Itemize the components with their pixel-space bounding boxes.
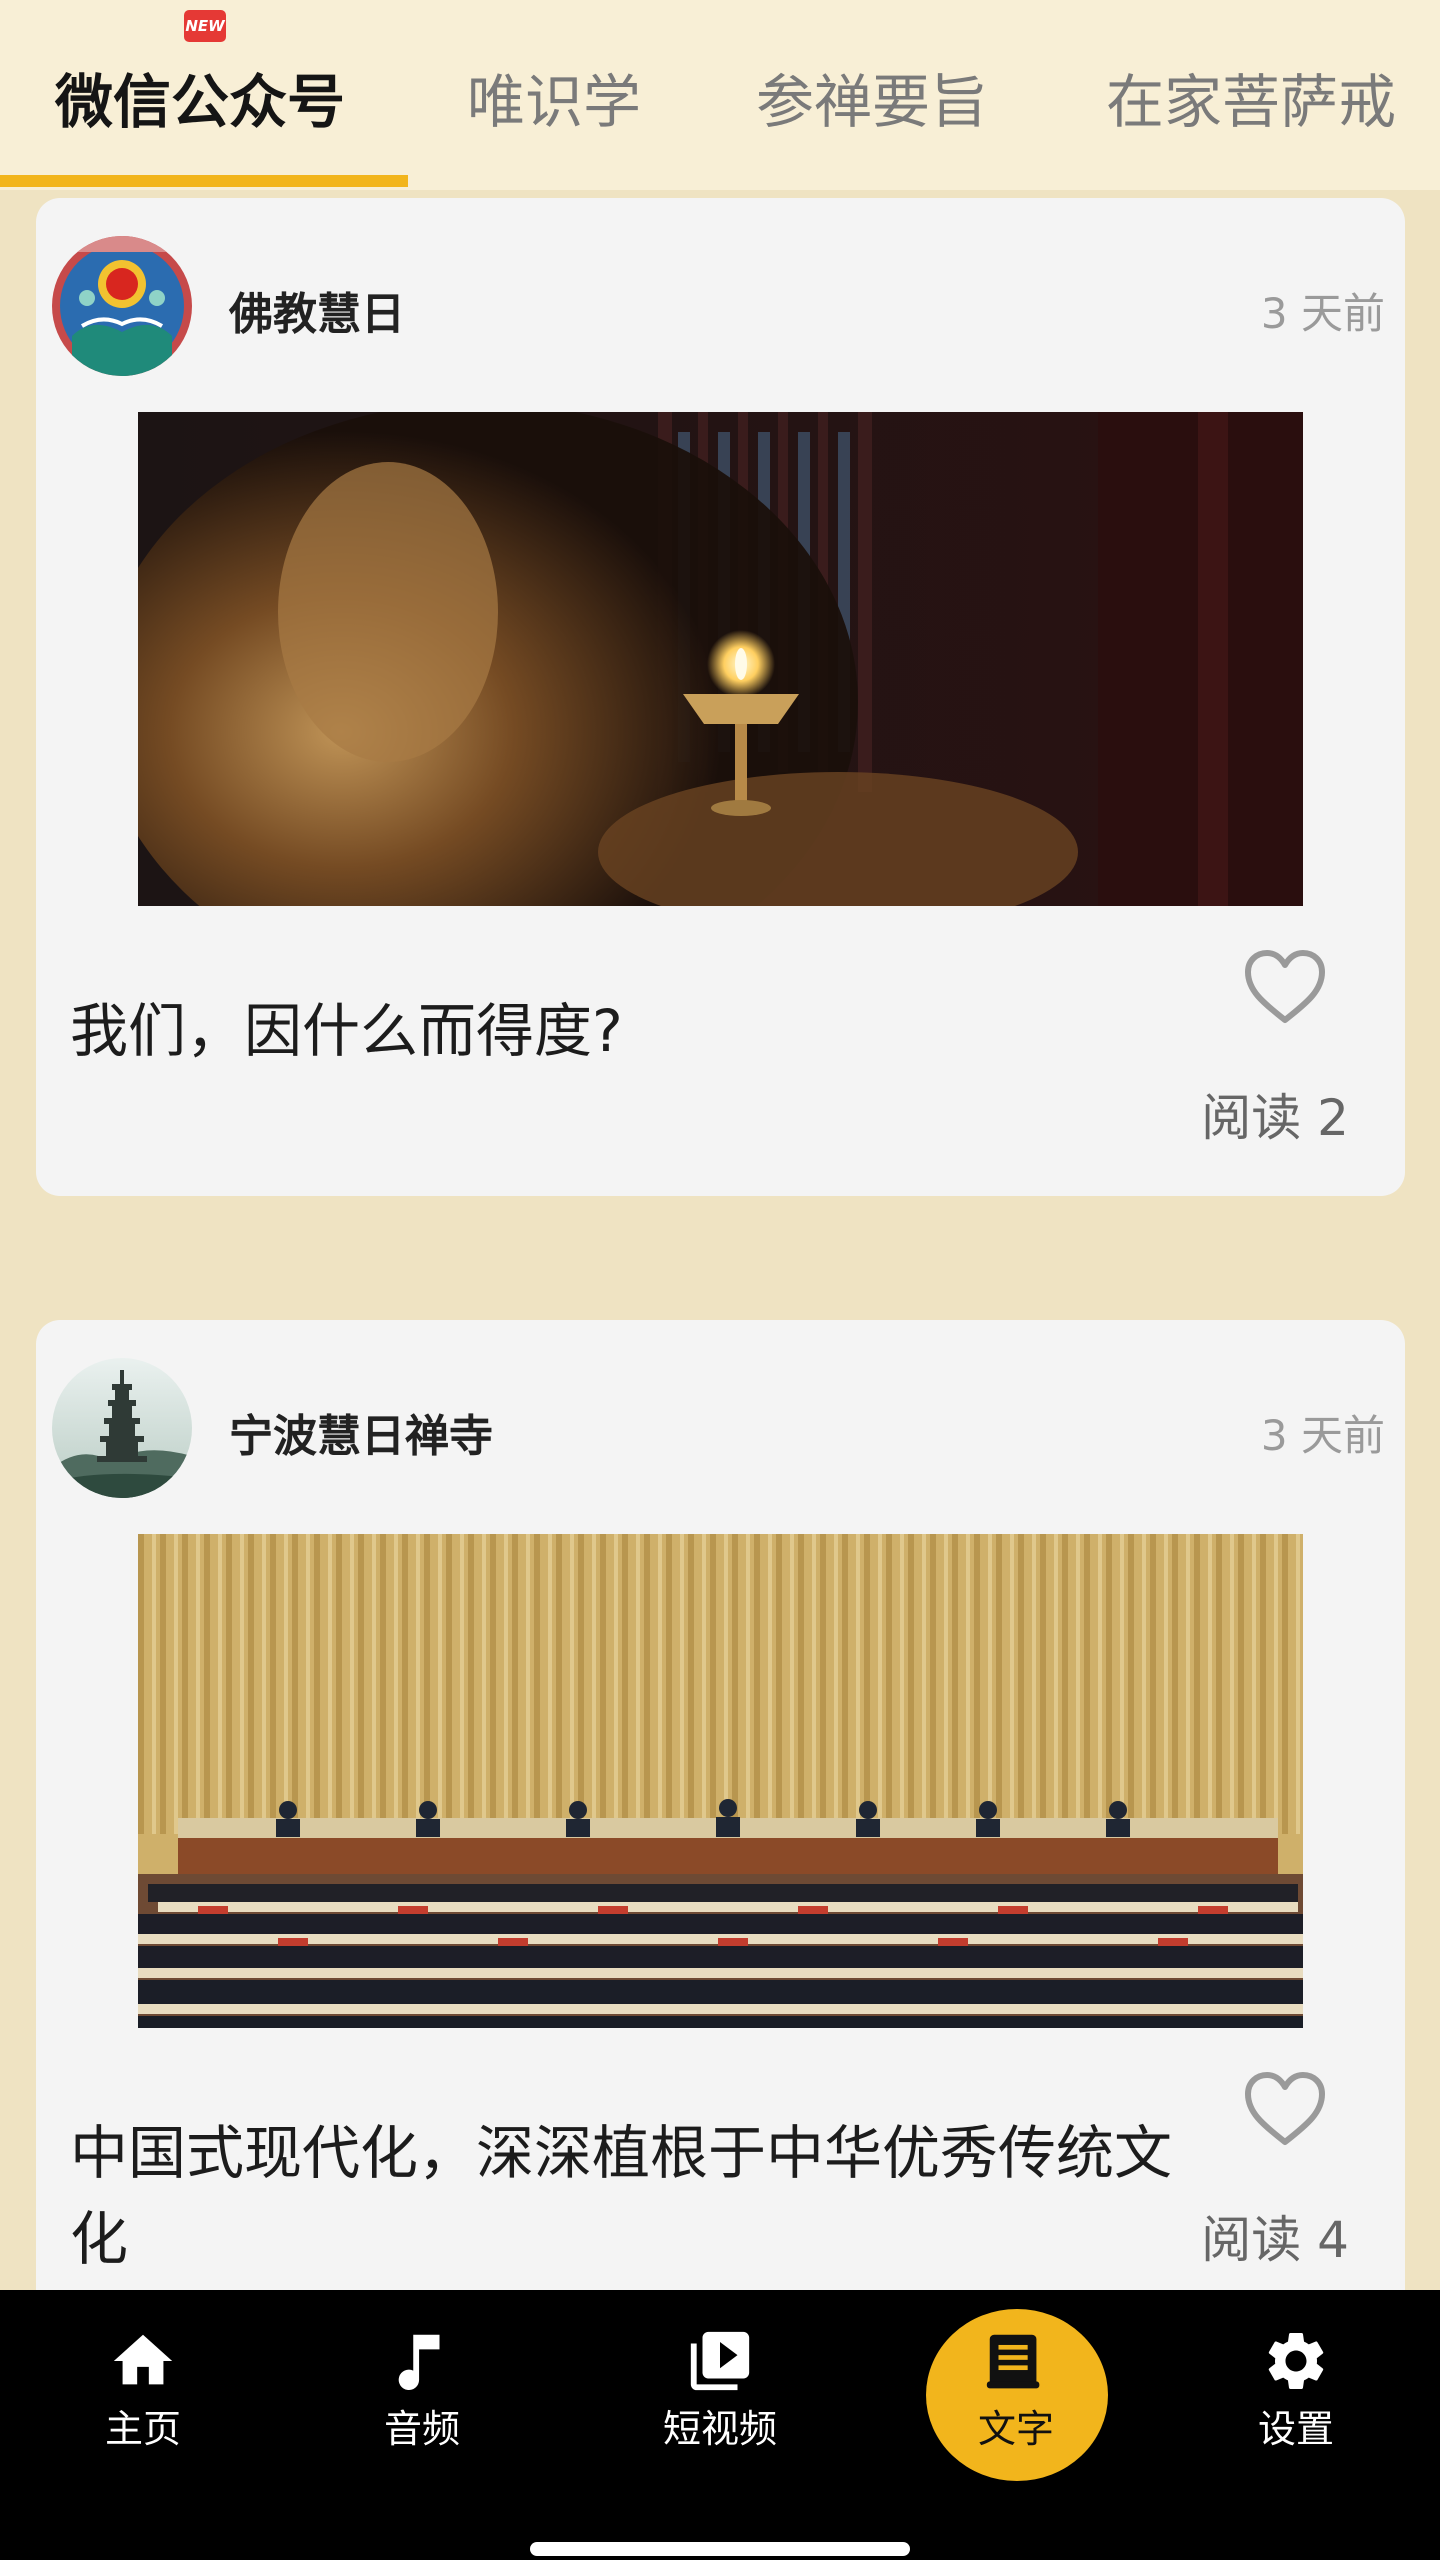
nav-home[interactable]: 主页 [43, 2326, 243, 2476]
author-name[interactable]: 佛教慧日 [229, 278, 405, 342]
author-name[interactable]: 宁波慧日禅寺 [229, 1400, 493, 1464]
article-title[interactable]: 中国式现代化，深深植根于中华优秀传统文化 [70, 2110, 1190, 2282]
post-time: 3 天前 [1260, 289, 1385, 338]
nav-settings[interactable]: 设置 [1196, 2326, 1396, 2476]
nav-text[interactable]: 文字 [916, 2326, 1116, 2476]
article-card[interactable]: 佛教慧日 3 天前 我们，因什么而得度? 阅读 2 [36, 198, 1405, 1196]
top-tab-bar: 微信公众号 NEW 唯识学 参禅要旨 在家菩萨戒 [0, 0, 1440, 190]
read-count: 阅读 4 [1201, 2211, 1349, 2269]
article-title[interactable]: 我们，因什么而得度? [70, 988, 1190, 1074]
nav-audio-label: 音频 [383, 2407, 460, 2451]
tab-lay-bodhisattva-precepts[interactable]: 在家菩萨戒 [1106, 62, 1396, 142]
tab-chan-essentials[interactable]: 参禅要旨 [756, 62, 988, 142]
tab-wechat-official-account[interactable]: 微信公众号 [55, 62, 345, 142]
pagoda-avatar[interactable] [52, 1358, 192, 1498]
nav-home-label: 主页 [104, 2407, 181, 2451]
system-home-indicator[interactable] [530, 2542, 910, 2556]
butter-lamp-photo[interactable] [138, 412, 1303, 906]
new-badge: NEW [184, 10, 226, 42]
nav-text-label: 文字 [977, 2407, 1054, 2451]
article-icon [986, 2334, 1040, 2389]
active-tab-indicator [0, 175, 408, 187]
article-card[interactable]: 宁波慧日禅寺 3 天前 中国式现代化，深深植根于中华优秀传统文化 阅读 4 [36, 1320, 1405, 2320]
bottom-navigation-bar: 主页 音频 短视频 文字 设置 [0, 2290, 1440, 2560]
home-icon [113, 2334, 173, 2385]
nav-settings-label: 设置 [1257, 2407, 1334, 2451]
nav-short-video-label: 短视频 [662, 2407, 777, 2451]
post-time: 3 天前 [1260, 1411, 1385, 1460]
conference-hall-photo[interactable] [138, 1534, 1303, 2028]
heart-icon[interactable] [1242, 948, 1328, 1026]
tab-yogacara[interactable]: 唯识学 [467, 62, 641, 142]
buddhist-emblem-avatar[interactable] [52, 236, 192, 376]
nav-audio[interactable]: 音频 [322, 2326, 522, 2476]
music-note-icon [398, 2334, 440, 2391]
heart-icon[interactable] [1242, 2070, 1328, 2148]
gear-icon [1268, 2333, 1324, 2389]
video-library-icon [690, 2331, 750, 2391]
nav-short-video[interactable]: 短视频 [620, 2326, 820, 2476]
read-count: 阅读 2 [1201, 1089, 1349, 1147]
